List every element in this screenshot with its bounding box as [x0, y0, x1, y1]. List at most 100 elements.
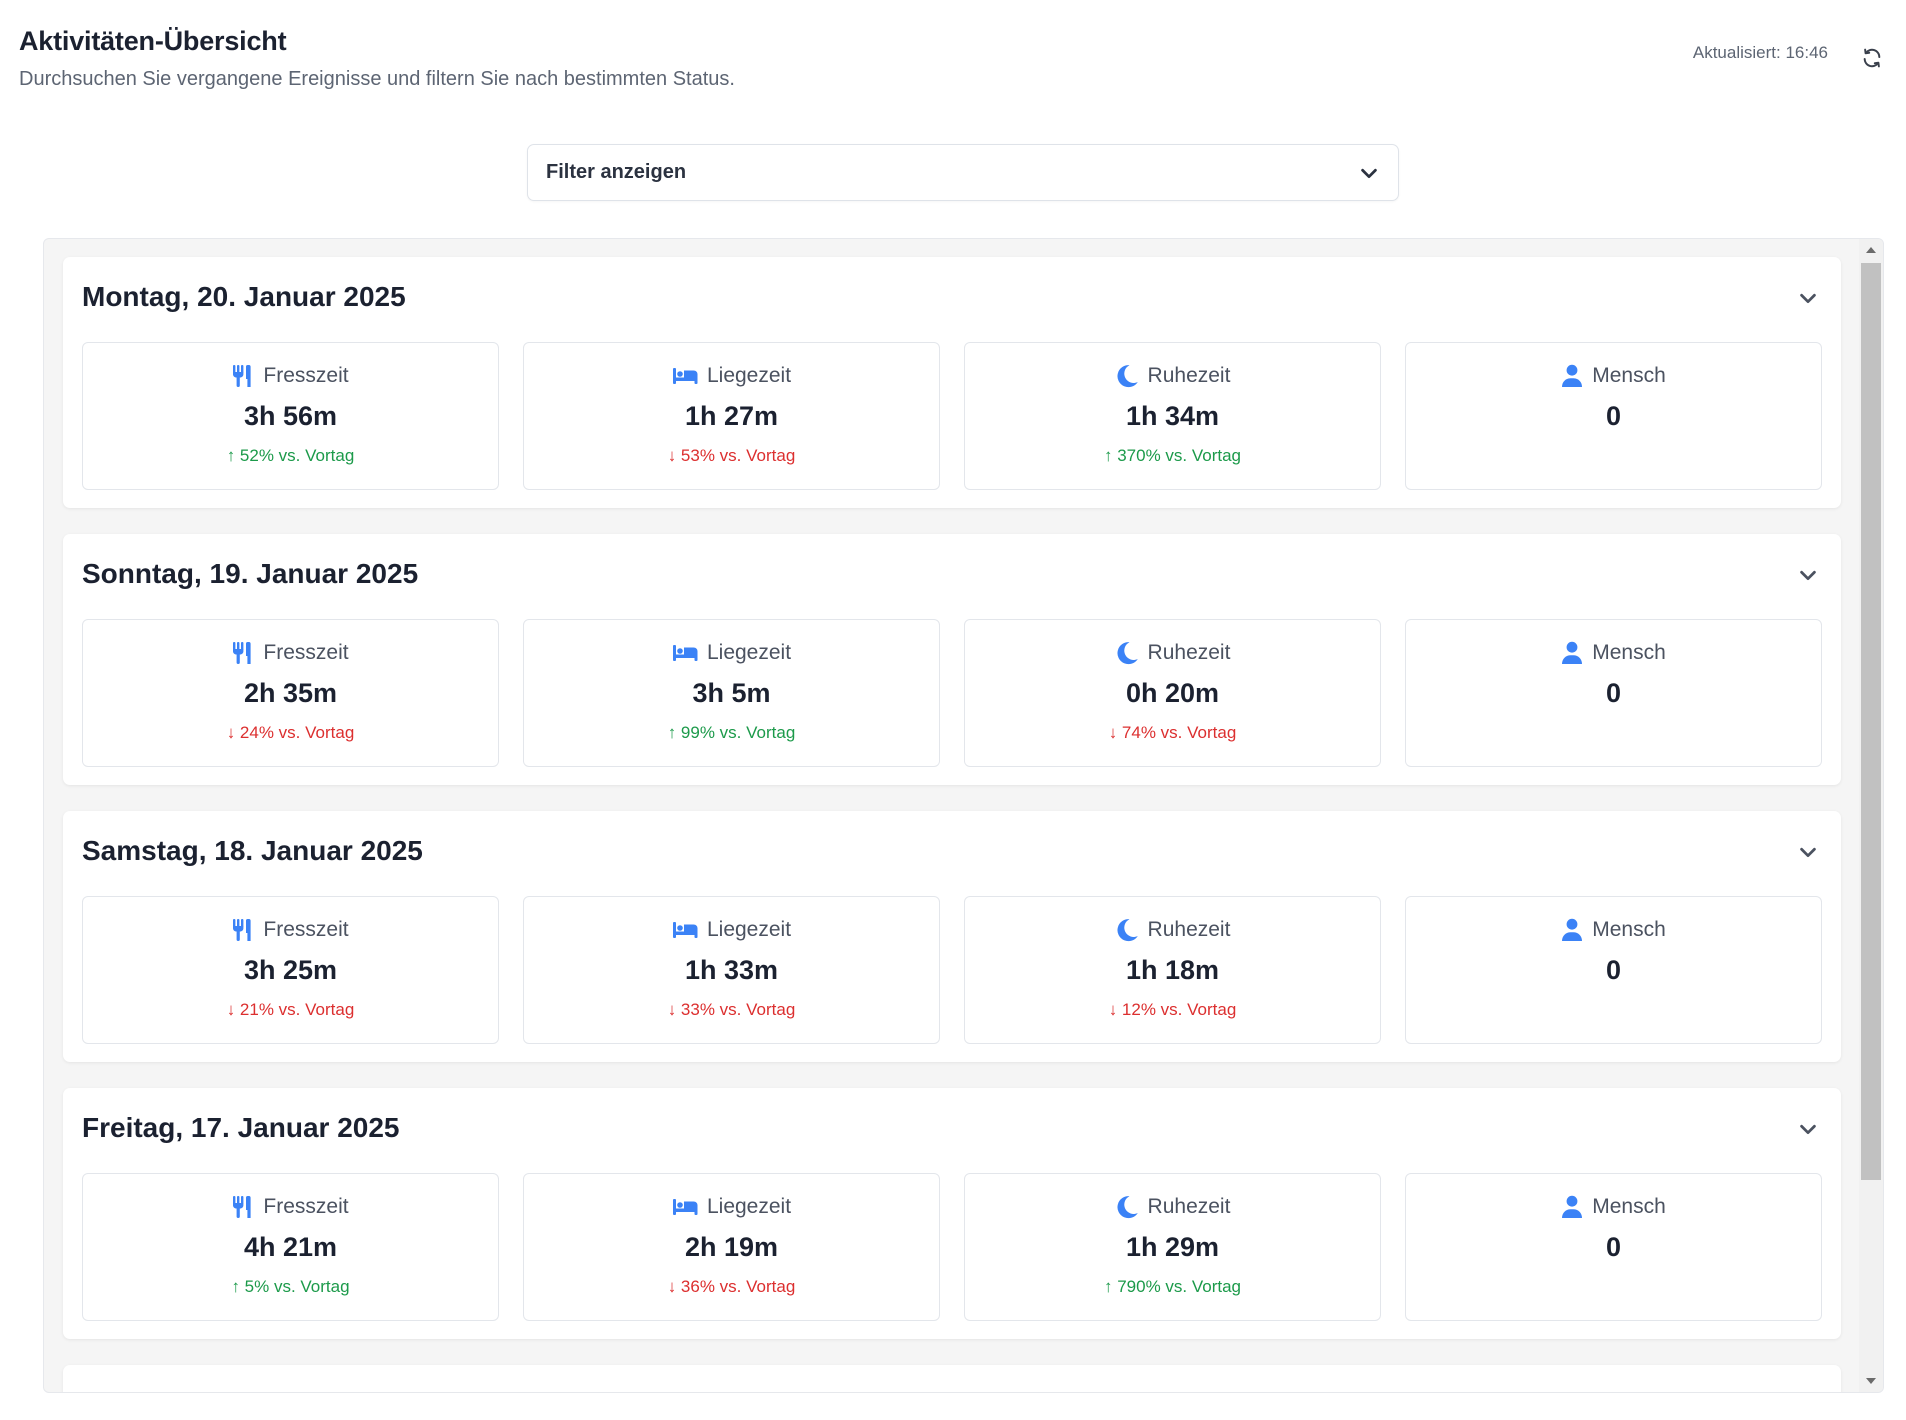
user-icon [1561, 364, 1583, 388]
moon-icon [1115, 364, 1139, 388]
metric-label: Fresszeit [263, 1195, 349, 1218]
metric-value: 0h 20m [1125, 678, 1220, 708]
metric-header: Fresszeit [83, 1194, 498, 1220]
metric-change: ↑ 99% vs. Vortag [667, 723, 796, 742]
metric-card-fresszeit: Fresszeit 3h 56m ↑ 52% vs. Vortag [82, 342, 499, 490]
metric-label: Liegezeit [706, 364, 792, 387]
metric-value: 0 [1605, 401, 1622, 431]
utensils-icon [232, 1195, 254, 1219]
metric-change: ↓ 21% vs. Vortag [226, 1000, 355, 1019]
refresh-button[interactable] [1856, 42, 1888, 74]
metric-header: Liegezeit [524, 640, 939, 666]
moon-icon [1115, 918, 1139, 942]
metric-value: 3h 5m [692, 678, 771, 708]
day-card [63, 1365, 1841, 1392]
metric-header: Fresszeit [83, 640, 498, 666]
day-card: Samstag, 18. Januar 2025 Fresszeit 3h 25… [63, 811, 1841, 1062]
scrollbar-thumb[interactable] [1861, 263, 1881, 1180]
metric-label: Fresszeit [263, 364, 349, 387]
metric-header: Ruhezeit [965, 917, 1380, 943]
chevron-down-icon [1800, 293, 1816, 304]
metric-label: Fresszeit [263, 918, 349, 941]
metric-change: ↑ 5% vs. Vortag [231, 1277, 350, 1296]
metric-change: ↑ 52% vs. Vortag [226, 446, 355, 465]
activity-list-panel: Montag, 20. Januar 2025 Fresszeit 3h 56m… [43, 238, 1884, 1393]
day-list: Montag, 20. Januar 2025 Fresszeit 3h 56m… [63, 257, 1841, 1392]
metric-value: 1h 27m [684, 401, 779, 431]
metric-label: Ruhezeit [1147, 364, 1231, 387]
metric-label: Liegezeit [706, 641, 792, 664]
page-header: Aktivitäten-Übersicht Durchsuchen Sie ve… [19, 26, 735, 91]
bed-icon [672, 367, 698, 385]
day-collapse-toggle[interactable] [1793, 283, 1823, 313]
metric-card-liegezeit: Liegezeit 2h 19m ↓ 36% vs. Vortag [523, 1173, 940, 1321]
day-card: Montag, 20. Januar 2025 Fresszeit 3h 56m… [63, 257, 1841, 508]
day-title: Montag, 20. Januar 2025 [82, 281, 406, 312]
metric-row: Fresszeit 4h 21m ↑ 5% vs. Vortag Liegezei… [82, 1173, 1822, 1321]
metric-value: 0 [1605, 955, 1622, 985]
metric-header: Fresszeit [83, 917, 498, 943]
chevron-down-icon [1800, 847, 1816, 858]
moon-icon [1115, 641, 1139, 665]
refresh-icon [1863, 48, 1881, 68]
day-title: Freitag, 17. Januar 2025 [82, 1112, 400, 1143]
scroll-down-arrow[interactable] [1866, 1378, 1876, 1384]
metric-change: ↓ 12% vs. Vortag [1108, 1000, 1237, 1019]
metric-card-fresszeit: Fresszeit 4h 21m ↑ 5% vs. Vortag [82, 1173, 499, 1321]
metric-change: ↓ 74% vs. Vortag [1108, 723, 1237, 742]
metric-change: ↑ 790% vs. Vortag [1103, 1277, 1242, 1296]
utensils-icon [232, 641, 254, 665]
metric-value: 0 [1605, 678, 1622, 708]
metric-change: ↑ 370% vs. Vortag [1103, 446, 1242, 465]
day-collapse-toggle[interactable] [1793, 560, 1823, 590]
metric-card-fresszeit: Fresszeit 3h 25m ↓ 21% vs. Vortag [82, 896, 499, 1044]
user-icon [1561, 1195, 1583, 1219]
metric-value: 1h 18m [1125, 955, 1220, 985]
day-title: Samstag, 18. Januar 2025 [82, 835, 423, 866]
utensils-icon [232, 364, 254, 388]
metric-card-ruhezeit: Ruhezeit 1h 18m ↓ 12% vs. Vortag [964, 896, 1381, 1044]
chevron-down-icon [1800, 1124, 1816, 1135]
metric-row: Fresszeit 3h 56m ↑ 52% vs. Vortag Liegeze… [82, 342, 1822, 490]
metric-card-ruhezeit: Ruhezeit 1h 34m ↑ 370% vs. Vortag [964, 342, 1381, 490]
metric-label: Ruhezeit [1147, 918, 1231, 941]
day-collapse-toggle[interactable] [1793, 837, 1823, 867]
metric-label: Liegezeit [706, 918, 792, 941]
utensils-icon [232, 918, 254, 942]
metric-change: ↓ 53% vs. Vortag [667, 446, 796, 465]
scrollbar[interactable] [1859, 239, 1883, 1392]
metric-label: Mensch [1592, 918, 1666, 941]
metric-change: ↓ 33% vs. Vortag [667, 1000, 796, 1019]
last-updated-label: Aktualisiert: 16:46 [1692, 43, 1828, 62]
metric-card-liegezeit: Liegezeit 3h 5m ↑ 99% vs. Vortag [523, 619, 940, 767]
metric-value: 3h 56m [243, 401, 338, 431]
metric-card-mensch: Mensch 0 [1405, 1173, 1822, 1321]
metric-header: Mensch [1406, 1194, 1821, 1220]
metric-header: Mensch [1406, 640, 1821, 666]
metric-label: Ruhezeit [1147, 1195, 1231, 1218]
metric-header: Liegezeit [524, 363, 939, 389]
day-title: Sonntag, 19. Januar 2025 [82, 558, 419, 589]
metric-header: Mensch [1406, 917, 1821, 943]
metric-value: 1h 33m [684, 955, 779, 985]
metric-value: 1h 34m [1125, 401, 1220, 431]
metric-change: ↓ 24% vs. Vortag [226, 723, 355, 742]
metric-row: Fresszeit 2h 35m ↓ 24% vs. Vortag Liegeze… [82, 619, 1822, 767]
metric-label: Mensch [1592, 364, 1666, 387]
metric-header: Liegezeit [524, 917, 939, 943]
day-collapse-toggle[interactable] [1793, 1114, 1823, 1144]
bed-icon [672, 644, 698, 662]
metric-label: Mensch [1592, 1195, 1666, 1218]
scroll-up-arrow[interactable] [1866, 247, 1876, 253]
metric-value: 2h 19m [684, 1232, 779, 1262]
metric-value: 4h 21m [243, 1232, 338, 1262]
page-title: Aktivitäten-Übersicht [19, 26, 287, 56]
metric-value: 2h 35m [243, 678, 338, 708]
metric-change: ↓ 36% vs. Vortag [667, 1277, 796, 1296]
filter-dropdown[interactable]: Filter anzeigen [527, 144, 1399, 201]
metric-label: Fresszeit [263, 641, 349, 664]
user-icon [1561, 641, 1583, 665]
metric-card-ruhezeit: Ruhezeit 0h 20m ↓ 74% vs. Vortag [964, 619, 1381, 767]
metric-header: Mensch [1406, 363, 1821, 389]
metric-card-liegezeit: Liegezeit 1h 33m ↓ 33% vs. Vortag [523, 896, 940, 1044]
